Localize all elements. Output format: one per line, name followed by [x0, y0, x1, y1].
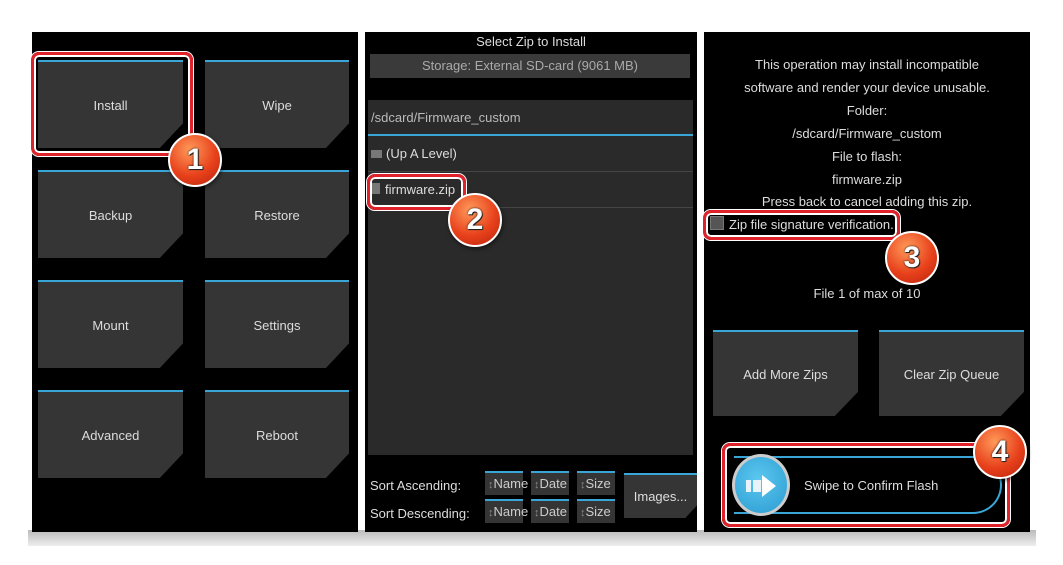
file-list: /sdcard/Firmware_custom (Up A Level) fir…	[368, 100, 693, 455]
sort-asc-size[interactable]: Size	[577, 471, 615, 495]
swipe-highlight	[722, 443, 1010, 527]
list-item[interactable]: (Up A Level)	[368, 136, 693, 172]
signature-highlight	[703, 210, 900, 240]
settings-button[interactable]: Settings	[205, 280, 349, 368]
file-count: File 1 of max of 10	[813, 286, 921, 301]
step-badge-1: 1	[168, 133, 222, 187]
add-more-zips-button[interactable]: Add More Zips	[713, 330, 858, 416]
sort-descending-label: Sort Descending:	[370, 506, 470, 521]
install-highlight	[31, 52, 193, 156]
file-name: firmware.zip	[831, 172, 903, 187]
sort-asc-name[interactable]: Name	[485, 471, 528, 495]
advanced-button[interactable]: Advanced	[38, 390, 183, 478]
step-badge-3: 3	[885, 231, 939, 285]
shadow	[28, 530, 1036, 546]
mount-button[interactable]: Mount	[38, 280, 183, 368]
firmware-highlight	[367, 174, 466, 210]
folder-path: /sdcard/Firmware_custom	[792, 126, 942, 141]
wipe-button[interactable]: Wipe	[205, 60, 349, 148]
folder-label: Folder:	[846, 103, 888, 118]
sort-asc-date[interactable]: Date	[531, 471, 569, 495]
file-label: File to flash:	[831, 149, 903, 164]
current-path: /sdcard/Firmware_custom	[368, 100, 693, 136]
backup-button[interactable]: Backup	[38, 170, 183, 258]
sort-desc-date[interactable]: Date	[531, 499, 569, 523]
clear-zip-queue-button[interactable]: Clear Zip Queue	[879, 330, 1024, 416]
images-button[interactable]: Images...	[624, 473, 697, 518]
reboot-button[interactable]: Reboot	[205, 390, 349, 478]
storage-selector[interactable]: Storage: External SD-card (9061 MB)	[370, 54, 690, 78]
step-badge-4: 4	[973, 425, 1027, 479]
sort-ascending-label: Sort Ascending:	[370, 478, 462, 493]
folder-icon	[371, 150, 382, 158]
file-selector-panel: Select Zip to Install Storage: External …	[365, 32, 697, 532]
page-title: Select Zip to Install	[476, 34, 586, 49]
cancel-hint: Press back to cancel adding this zip.	[761, 194, 973, 209]
restore-button[interactable]: Restore	[205, 170, 349, 258]
sort-desc-size[interactable]: Size	[577, 499, 615, 523]
warning-line: software and render your device unusable…	[744, 80, 990, 95]
warning-line: This operation may install incompatible	[755, 57, 979, 72]
step-badge-2: 2	[448, 193, 502, 247]
list-item-label: (Up A Level)	[386, 146, 457, 161]
sort-desc-name[interactable]: Name	[485, 499, 528, 523]
